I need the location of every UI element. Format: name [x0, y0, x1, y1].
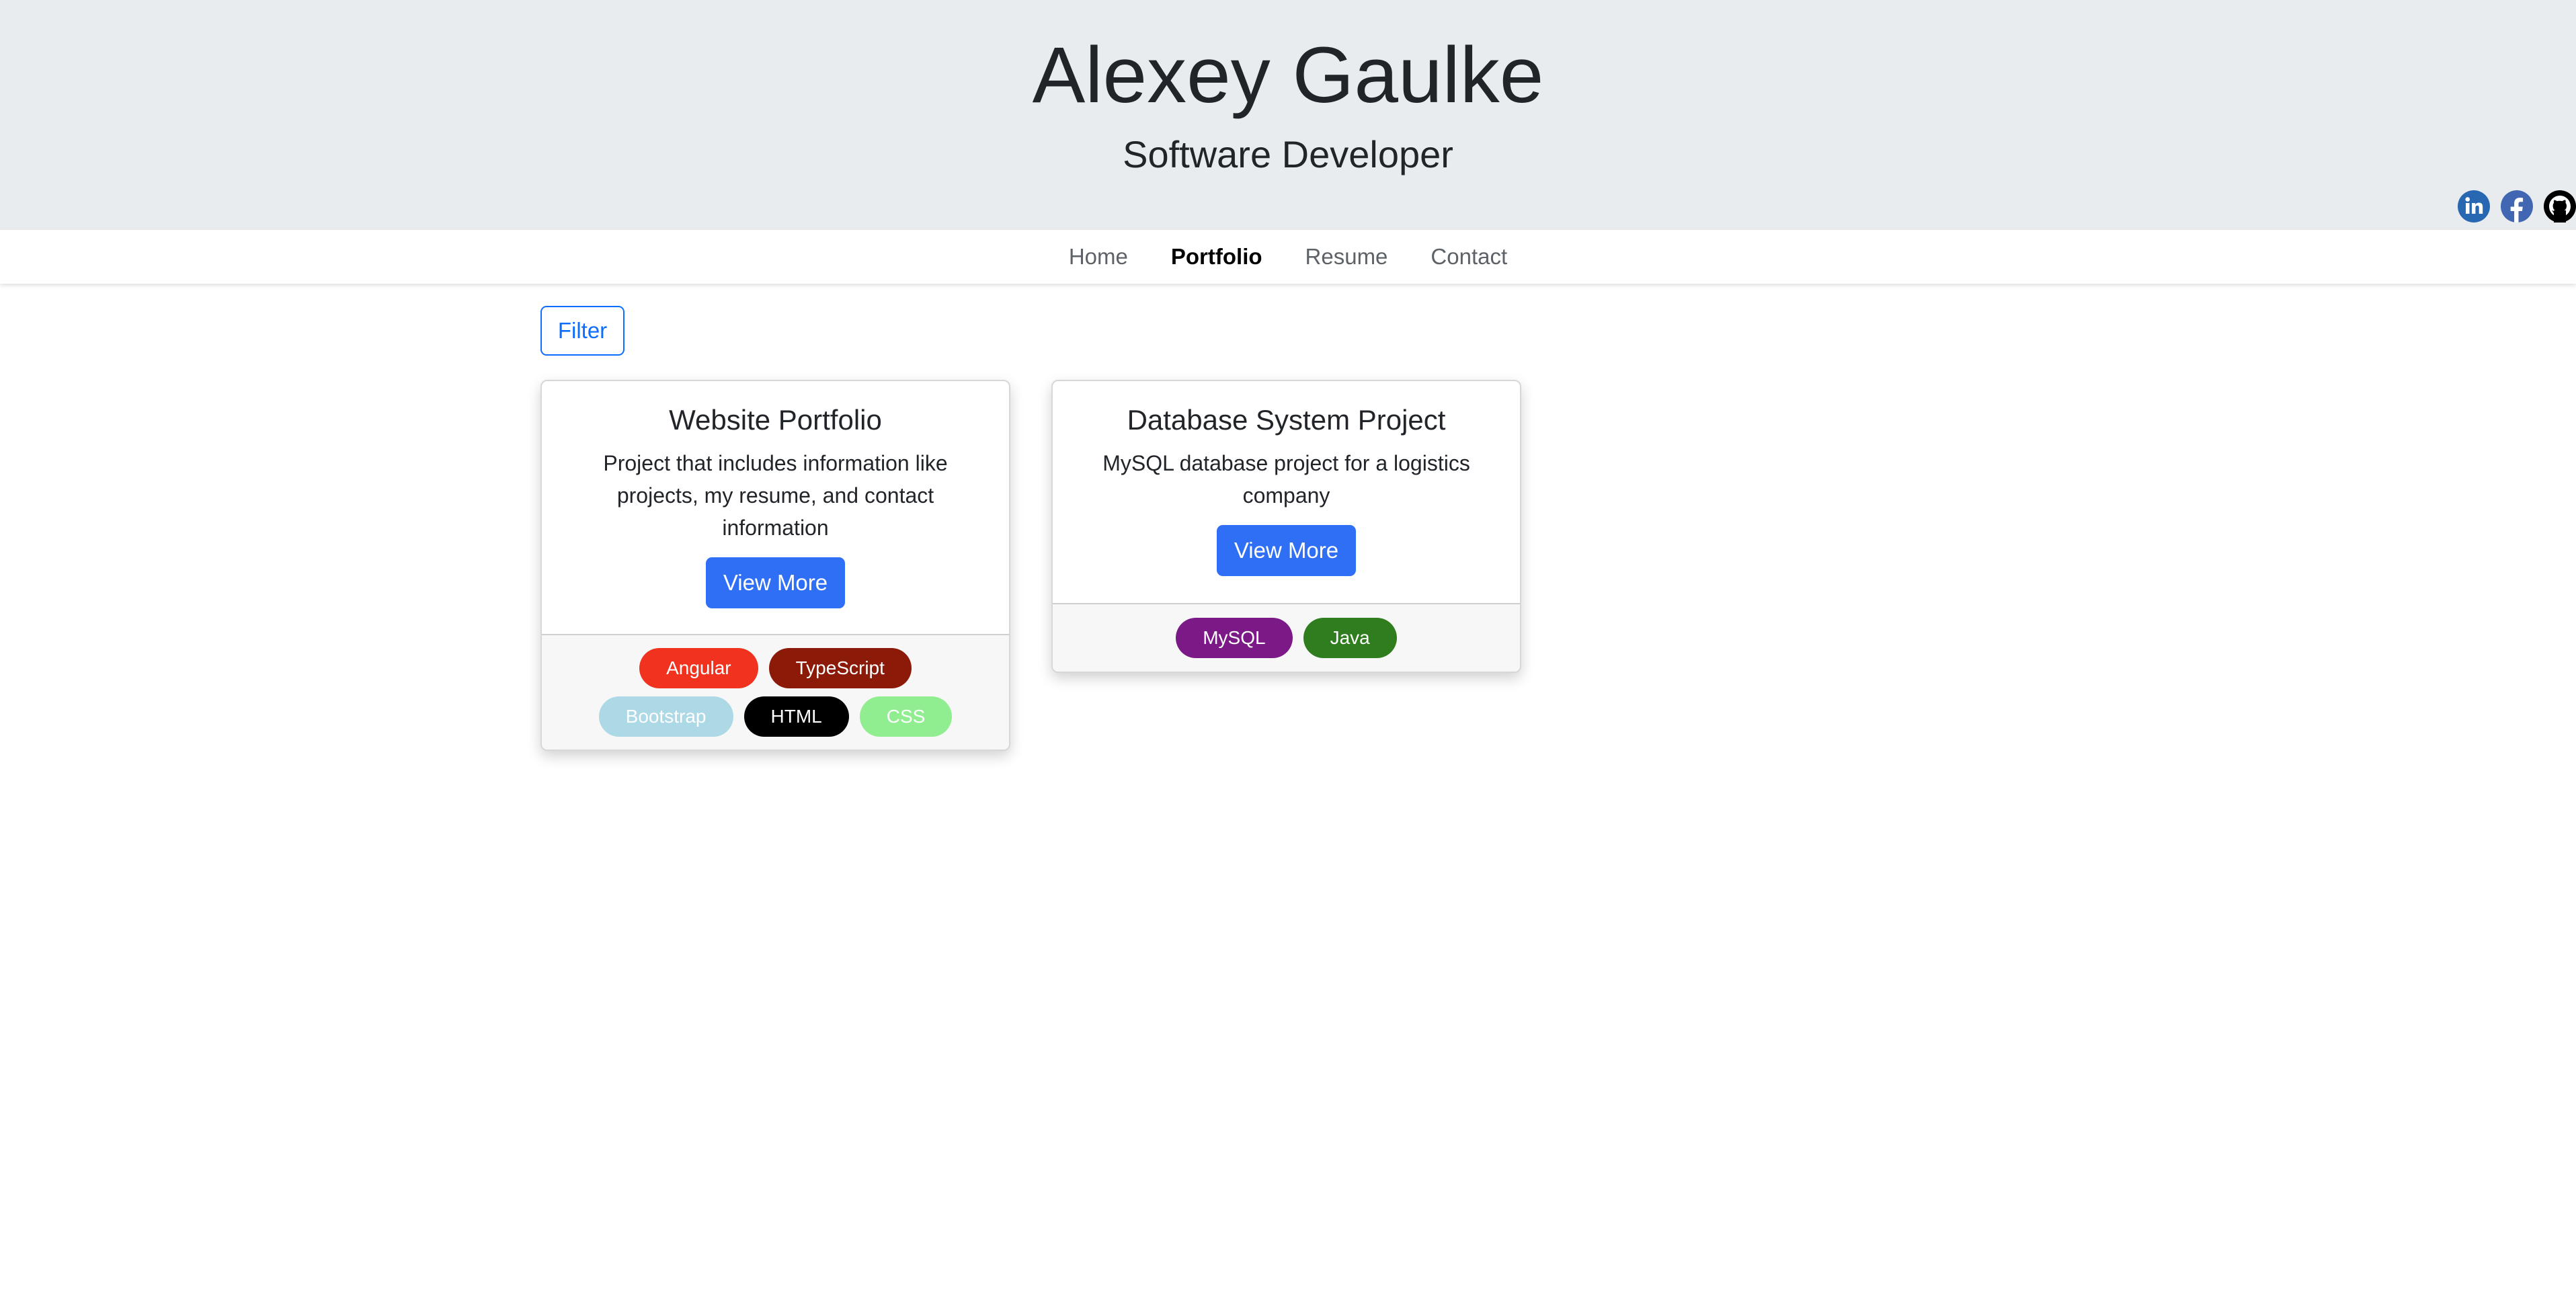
tag-mysql: MySQL [1176, 618, 1293, 658]
nav-resume[interactable]: Resume [1305, 244, 1388, 270]
tag-html: HTML [743, 696, 849, 737]
card-description: MySQL database project for a logistics c… [1102, 451, 1470, 508]
project-card: Website Portfolio Project that includes … [540, 380, 1010, 751]
tag-angular: Angular [639, 648, 758, 688]
tag-typescript: TypeScript [768, 648, 912, 688]
view-more-button[interactable]: View More [1216, 525, 1357, 576]
filter-button[interactable]: Filter [540, 306, 625, 356]
linkedin-link[interactable] [2458, 190, 2490, 223]
view-more-button[interactable]: View More [705, 557, 846, 608]
nav-home[interactable]: Home [1069, 244, 1128, 270]
tag-list: Angular TypeScript Bootstrap HTML CSS [542, 634, 1009, 750]
facebook-icon [2501, 190, 2533, 223]
site-header: Alexey Gaulke Software Developer [0, 0, 2576, 230]
site-role: Software Developer [1123, 133, 1453, 175]
nav-contact[interactable]: Contact [1431, 244, 1507, 270]
main-nav: Home Portfolio Resume Contact [0, 230, 2576, 284]
card-description: Project that includes information like p… [603, 451, 948, 540]
card-title: Website Portfolio [669, 404, 882, 436]
tag-bootstrap: Bootstrap [598, 696, 733, 737]
tag-css: CSS [859, 696, 953, 737]
facebook-link[interactable] [2501, 190, 2533, 223]
nav-portfolio[interactable]: Portfolio [1171, 244, 1262, 270]
tag-list: MySQL Java [1053, 603, 1520, 672]
linkedin-icon [2458, 190, 2490, 223]
tag-java: Java [1303, 618, 1397, 658]
project-card: Database System Project MySQL database p… [1051, 380, 1521, 673]
site-name: Alexey Gaulke [1032, 31, 1544, 120]
github-link[interactable] [2544, 190, 2576, 223]
social-links [2458, 190, 2576, 223]
card-body: Website Portfolio Project that includes … [542, 381, 1009, 630]
github-icon [2544, 190, 2576, 223]
card-title: Database System Project [1127, 404, 1446, 436]
card-body: Database System Project MySQL database p… [1053, 381, 1520, 598]
